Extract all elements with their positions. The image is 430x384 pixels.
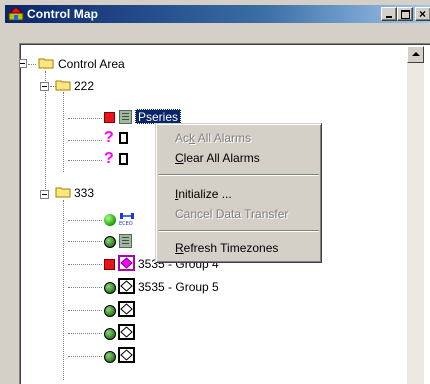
tree-line bbox=[68, 220, 102, 221]
tree-line bbox=[68, 264, 102, 265]
ok-status-icon bbox=[104, 214, 116, 226]
tree-item-label: 222 bbox=[74, 79, 95, 93]
folder-icon bbox=[38, 58, 54, 69]
alarm-status-icon bbox=[104, 259, 115, 270]
group-device-icon bbox=[118, 301, 135, 317]
tree-line bbox=[68, 160, 102, 161]
menu-mnemonic: C bbox=[175, 151, 184, 165]
tree-line bbox=[68, 118, 102, 119]
device-icon bbox=[119, 132, 128, 144]
folder-icon bbox=[55, 187, 71, 198]
tree-item-label: 3535 - Group 5 bbox=[138, 280, 219, 294]
close-button[interactable]: × bbox=[415, 7, 430, 21]
alarm-status-icon bbox=[104, 112, 115, 123]
folder-icon bbox=[55, 80, 71, 91]
menu-separator bbox=[159, 230, 319, 232]
scroll-up-button[interactable] bbox=[407, 46, 424, 63]
ok-status-icon bbox=[104, 305, 116, 317]
group-device-icon bbox=[118, 324, 135, 340]
tree-line bbox=[68, 356, 102, 357]
menu-item-initialize[interactable]: Initialize ... bbox=[175, 186, 232, 202]
tree-line bbox=[68, 333, 102, 334]
control-map-app-icon bbox=[8, 6, 24, 21]
tree-item-label: Pseries bbox=[135, 109, 182, 124]
group-device-icon bbox=[118, 278, 135, 294]
svg-text:ECEO: ECEO bbox=[119, 221, 133, 226]
tree-line bbox=[63, 92, 64, 172]
ok-status-icon bbox=[104, 328, 116, 340]
title-bar[interactable]: Control Map × bbox=[5, 5, 430, 23]
menu-mnemonic: R bbox=[175, 241, 184, 255]
collapse-toggle[interactable] bbox=[40, 82, 49, 91]
ok-status-icon bbox=[104, 351, 116, 363]
window-title: Control Map bbox=[27, 7, 99, 21]
tree-line bbox=[68, 140, 102, 141]
device-icon bbox=[119, 153, 128, 165]
menu-mnemonic: k bbox=[189, 131, 196, 145]
network-device-icon: ECEO bbox=[119, 213, 134, 226]
minimize-button[interactable] bbox=[381, 7, 397, 21]
menu-separator bbox=[159, 174, 319, 176]
menu-mnemonic: I bbox=[175, 187, 179, 201]
menu-item-cancel-data-transfer[interactable]: Cancel Data Transfer bbox=[175, 206, 288, 222]
collapse-toggle[interactable] bbox=[20, 59, 27, 68]
menu-item-refresh-timezones[interactable]: Refresh Timezones bbox=[175, 240, 278, 256]
context-menu: Ack All Alarms Clear All Alarms Initiali… bbox=[155, 123, 322, 263]
tree-item-label: 333 bbox=[74, 186, 95, 200]
controller-device-icon bbox=[119, 234, 132, 248]
menu-item-ack-all-alarms[interactable]: Ack All Alarms bbox=[175, 130, 251, 146]
unknown-status-icon: ? bbox=[104, 150, 114, 167]
tree-line bbox=[28, 64, 36, 65]
vertical-scrollbar[interactable] bbox=[407, 46, 424, 384]
ok-status-icon bbox=[104, 282, 116, 294]
tree-line bbox=[68, 241, 102, 242]
maximize-button[interactable] bbox=[397, 7, 413, 21]
tree-item-label: Control Area bbox=[58, 57, 125, 71]
collapse-toggle[interactable] bbox=[40, 190, 49, 199]
group-device-icon bbox=[118, 347, 135, 363]
ok-status-icon bbox=[104, 236, 116, 248]
menu-item-clear-all-alarms[interactable]: Clear All Alarms bbox=[175, 150, 260, 166]
controller-device-icon bbox=[119, 110, 132, 124]
tree-line bbox=[68, 287, 102, 288]
group-device-icon bbox=[118, 255, 135, 271]
close-icon: × bbox=[419, 7, 427, 21]
tree-line bbox=[63, 200, 64, 380]
unknown-status-icon: ? bbox=[104, 129, 114, 146]
tree-line bbox=[68, 310, 102, 311]
control-map-window: Control Map × Control Area 222 Pseries ?… bbox=[0, 0, 430, 384]
